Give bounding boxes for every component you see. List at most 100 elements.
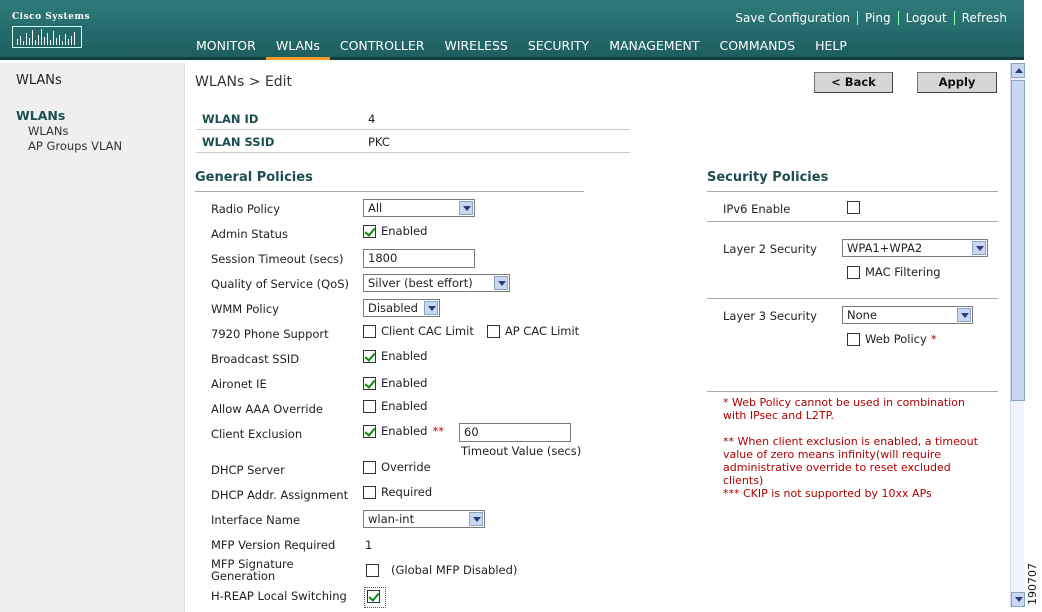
layer3-select[interactable]: None [842, 306, 973, 324]
client-cac-limit-checkbox[interactable] [363, 324, 376, 338]
nav-wlans[interactable]: WLANs [265, 38, 330, 60]
layer2-row: Layer 2 Security WPA1+WPA2 MAC Filtering [723, 239, 993, 283]
note-line: administrative override to reset exclude… [723, 461, 951, 474]
refresh-link[interactable]: Refresh [953, 11, 1014, 25]
qos-row: Quality of Service (QoS) Silver (best ef… [211, 274, 641, 296]
wmm-policy-value: Disabled [368, 301, 418, 315]
session-timeout-input[interactable]: 1800 [363, 249, 475, 268]
client-exclusion-note: ** When client exclusion is enabled, a t… [723, 435, 978, 500]
admin-status-row: Admin Status Enabled [211, 224, 641, 246]
ping-link[interactable]: Ping [857, 11, 898, 25]
interface-name-select[interactable]: wlan-int [363, 510, 485, 528]
radio-policy-row: Radio Policy All [211, 199, 641, 221]
main-nav: MONITOR WLANs CONTROLLER WIRELESS SECURI… [186, 38, 857, 60]
exclusion-timeout-input[interactable]: 60 [459, 423, 571, 442]
dhcp-addr-option: Required [381, 485, 433, 499]
session-timeout-label: Session Timeout (secs) [211, 252, 344, 266]
radio-policy-select[interactable]: All [363, 199, 475, 217]
wlan-id-value: 4 [368, 112, 376, 126]
client-cac-limit-label: Client CAC Limit [381, 324, 474, 338]
mfp-version-value: 1 [365, 538, 373, 552]
mfp-signature-checkbox[interactable] [366, 563, 379, 577]
wmm-policy-row: WMM Policy Disabled [211, 299, 641, 321]
note-line: value of zero means infinity(will requir… [723, 448, 941, 461]
note-line: * Web Policy cannot be used in combinati… [723, 396, 965, 409]
dhcp-server-option: Override [381, 460, 431, 474]
notes-divider [707, 391, 998, 392]
nav-help[interactable]: HELP [805, 38, 857, 60]
nav-commands[interactable]: COMMANDS [709, 38, 805, 60]
aaa-override-label: Allow AAA Override [211, 402, 324, 416]
nav-monitor[interactable]: MONITOR [186, 38, 266, 60]
cisco-logo: Cisco Systems [12, 12, 90, 52]
wlan-ssid-label: WLAN SSID [202, 135, 275, 149]
client-exclusion-checkbox[interactable] [363, 424, 376, 438]
ap-cac-limit-label: AP CAC Limit [504, 324, 580, 338]
layer2-value: WPA1+WPA2 [847, 241, 923, 255]
ipv6-divider [707, 221, 998, 222]
web-policy-checkbox[interactable] [847, 332, 860, 346]
chevron-down-icon [957, 308, 971, 322]
sidebar-item-wlans[interactable]: WLANs [28, 124, 69, 138]
radio-policy-value: All [368, 201, 383, 215]
dhcp-addr-checkbox[interactable] [363, 485, 376, 499]
nav-wireless[interactable]: WIRELESS [434, 38, 517, 60]
ipv6-checkbox[interactable] [847, 201, 860, 214]
note-line: *** CKIP is not supported by 10xx APs [723, 487, 932, 500]
sidebar-item-wlans-section[interactable]: WLANs [16, 108, 65, 123]
interface-name-value: wlan-int [368, 512, 415, 526]
hreap-checkbox[interactable] [367, 590, 380, 603]
hreap-label: H-REAP Local Switching [211, 589, 347, 603]
qos-value: Silver (best effort) [368, 276, 473, 290]
wlan-id-row: WLAN ID 4 [196, 107, 630, 130]
scroll-up-icon[interactable] [1011, 63, 1025, 78]
wmm-policy-select[interactable]: Disabled [363, 299, 440, 317]
admin-status-label: Admin Status [211, 227, 288, 241]
aaa-override-checkbox[interactable] [363, 399, 376, 413]
mac-filtering-checkbox[interactable] [847, 265, 860, 279]
back-button[interactable]: < Back [814, 72, 893, 93]
nav-controller[interactable]: CONTROLLER [330, 38, 435, 60]
layer2-label: Layer 2 Security [723, 242, 817, 256]
mfp-signature-row: MFP Signature Generation (Global MFP Dis… [211, 556, 641, 584]
ap-cac-limit-checkbox[interactable] [486, 324, 500, 338]
aironet-ie-label: Aironet IE [211, 377, 267, 391]
qos-select[interactable]: Silver (best effort) [363, 274, 510, 292]
web-policy-label: Web Policy [865, 332, 927, 346]
mfp-version-label: MFP Version Required [211, 538, 336, 552]
wmm-policy-label: WMM Policy [211, 302, 279, 316]
vertical-scrollbar[interactable] [1010, 63, 1025, 607]
broadcast-ssid-option: Enabled [381, 349, 428, 363]
broadcast-ssid-row: Broadcast SSID Enabled [211, 349, 641, 371]
dhcp-addr-row: DHCP Addr. Assignment Required [211, 485, 641, 507]
security-policies-title: Security Policies [707, 170, 829, 185]
layer3-value: None [847, 308, 878, 322]
dhcp-server-checkbox[interactable] [363, 460, 376, 474]
apply-button[interactable]: Apply [917, 72, 997, 93]
logout-link[interactable]: Logout [897, 11, 954, 25]
scrollbar-thumb[interactable] [1011, 80, 1025, 401]
chevron-down-icon [459, 201, 473, 215]
mfp-signature-note: (Global MFP Disabled) [391, 563, 518, 577]
general-policies-title: General Policies [195, 170, 313, 185]
exclusion-timeout-label: Timeout Value (secs) [461, 444, 582, 458]
admin-status-checkbox[interactable] [363, 224, 376, 238]
nav-security[interactable]: SECURITY [518, 38, 599, 60]
interface-name-label: Interface Name [211, 513, 301, 527]
save-configuration-link[interactable]: Save Configuration [728, 11, 857, 25]
scroll-down-icon[interactable] [1011, 592, 1025, 607]
aironet-ie-checkbox[interactable] [363, 376, 376, 390]
mfp-version-row: MFP Version Required 1 [211, 535, 641, 557]
broadcast-ssid-checkbox[interactable] [363, 349, 376, 363]
note-line: with IPsec and L2TP. [723, 409, 835, 422]
nav-management[interactable]: MANAGEMENT [599, 38, 709, 60]
web-policy-marker: * [930, 332, 937, 346]
sidebar-title: WLANs [16, 73, 62, 88]
layer2-select[interactable]: WPA1+WPA2 [842, 239, 988, 257]
aironet-ie-row: Aironet IE Enabled [211, 374, 641, 396]
sidebar-item-ap-groups-vlan[interactable]: AP Groups VLAN [28, 139, 122, 153]
ipv6-label: IPv6 Enable [723, 202, 791, 216]
sidebar: WLANs WLANs WLANs AP Groups VLAN [0, 63, 185, 612]
radio-policy-label: Radio Policy [211, 202, 281, 216]
chevron-down-icon [494, 276, 508, 290]
